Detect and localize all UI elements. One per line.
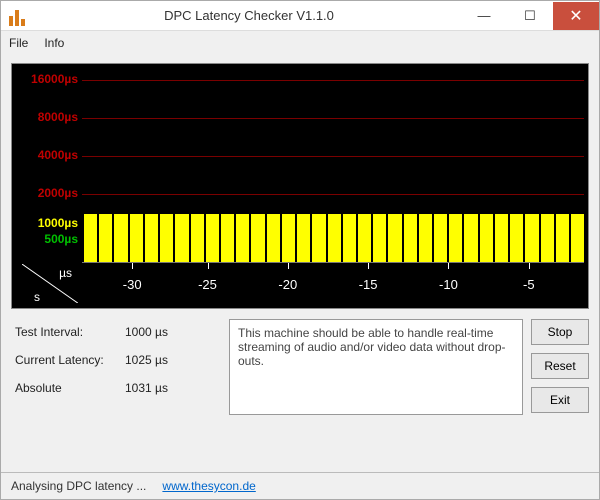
- latency-bar: [356, 214, 371, 262]
- minimize-button[interactable]: —: [461, 2, 507, 30]
- y-tick-label: 1000µs: [12, 216, 78, 230]
- latency-bar: [539, 214, 554, 262]
- latency-bar: [234, 214, 249, 262]
- menu-file[interactable]: File: [9, 36, 28, 50]
- latency-bar: [158, 214, 173, 262]
- latency-bar: [189, 214, 204, 262]
- test-interval-label: Test Interval:: [15, 325, 125, 339]
- latency-bar: [478, 214, 493, 262]
- current-latency-label: Current Latency:: [15, 353, 125, 367]
- latency-bar: [432, 214, 447, 262]
- latency-bar: [310, 214, 325, 262]
- latency-bar: [204, 214, 219, 262]
- x-axis-ticks: -30 -25 -20 -15 -10 -5: [82, 262, 584, 308]
- absolute-value: 1031 µs: [125, 381, 168, 395]
- latency-bar: [554, 214, 569, 262]
- menubar: File Info: [1, 31, 599, 55]
- x-tick-label: -10: [439, 277, 458, 292]
- axis-unit-s: s: [34, 290, 40, 304]
- latency-bar: [386, 214, 401, 262]
- app-icon: [9, 6, 29, 26]
- latency-bar: [97, 214, 112, 262]
- statusbar: Analysing DPC latency ... www.thesycon.d…: [1, 472, 599, 499]
- latency-bar: [82, 214, 97, 262]
- x-tick-label: -30: [123, 277, 142, 292]
- app-window: DPC Latency Checker V1.1.0 — ☐ ✕ File In…: [0, 0, 600, 500]
- latency-bar: [249, 214, 264, 262]
- latency-bar: [402, 214, 417, 262]
- x-tick-label: -20: [278, 277, 297, 292]
- axis-unit-us: µs: [59, 266, 72, 280]
- latency-bar: [128, 214, 143, 262]
- axis-corner: µs s: [12, 262, 82, 308]
- stop-button[interactable]: Stop: [531, 319, 589, 345]
- x-tick-label: -5: [523, 277, 535, 292]
- exit-button[interactable]: Exit: [531, 387, 589, 413]
- titlebar: DPC Latency Checker V1.1.0 — ☐ ✕: [1, 1, 599, 31]
- absolute-label: Absolute: [15, 381, 125, 395]
- x-tick-label: -15: [359, 277, 378, 292]
- latency-bar: [326, 214, 341, 262]
- info-panel: Test Interval:1000 µs Current Latency:10…: [11, 319, 589, 415]
- latency-bar: [508, 214, 523, 262]
- latency-bar: [265, 214, 280, 262]
- latency-bar: [143, 214, 158, 262]
- latency-bar: [295, 214, 310, 262]
- latency-bar: [417, 214, 432, 262]
- latency-bar: [112, 214, 127, 262]
- y-tick-label: 16000µs: [12, 72, 78, 86]
- readings: Test Interval:1000 µs Current Latency:10…: [11, 319, 221, 415]
- y-tick-label: 4000µs: [12, 148, 78, 162]
- y-axis-labels: 16000µs 8000µs 4000µs 2000µs 1000µs 500µs: [12, 64, 82, 264]
- latency-bar: [219, 214, 234, 262]
- y-tick-label: 8000µs: [12, 110, 78, 124]
- window-controls: — ☐ ✕: [461, 2, 599, 30]
- reset-button[interactable]: Reset: [531, 353, 589, 379]
- latency-bar: [341, 214, 356, 262]
- x-axis: µs s -30 -25 -20 -15 -10 -5: [12, 262, 584, 308]
- chart-bars: [82, 62, 584, 262]
- x-tick-label: -25: [198, 277, 217, 292]
- status-text: Analysing DPC latency ...: [11, 479, 146, 493]
- latency-chart: 16000µs 8000µs 4000µs 2000µs 1000µs 500µs µs …: [11, 63, 589, 309]
- latency-bar: [173, 214, 188, 262]
- vendor-link[interactable]: www.thesycon.de: [162, 479, 255, 493]
- latency-bar: [493, 214, 508, 262]
- y-tick-label: 500µs: [12, 232, 78, 246]
- test-interval-value: 1000 µs: [125, 325, 168, 339]
- latency-bar: [569, 214, 584, 262]
- action-buttons: Stop Reset Exit: [531, 319, 589, 415]
- window-title: DPC Latency Checker V1.1.0: [37, 8, 461, 23]
- current-latency-value: 1025 µs: [125, 353, 168, 367]
- menu-info[interactable]: Info: [44, 36, 64, 50]
- latency-bar: [447, 214, 462, 262]
- latency-bar: [462, 214, 477, 262]
- latency-bar: [280, 214, 295, 262]
- latency-bar: [371, 214, 386, 262]
- maximize-button[interactable]: ☐: [507, 2, 553, 30]
- status-message: This machine should be able to handle re…: [229, 319, 523, 415]
- y-tick-label: 2000µs: [12, 186, 78, 200]
- close-button[interactable]: ✕: [553, 2, 599, 30]
- latency-bar: [523, 214, 538, 262]
